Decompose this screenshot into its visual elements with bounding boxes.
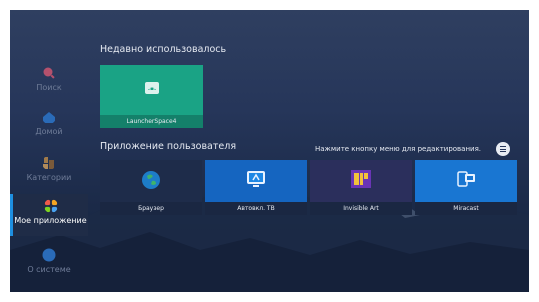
app-tile-miracast[interactable]: Miracast	[415, 160, 517, 215]
sidebar-item-about[interactable]: О системе	[10, 248, 88, 274]
app-tile-label: Автовкл. ТВ	[205, 202, 307, 215]
miracast-icon	[457, 171, 475, 187]
globe-icon	[142, 171, 160, 189]
categories-icon	[43, 157, 54, 169]
app-tile-launcherspace4[interactable]: LauncherSpace4	[100, 65, 203, 128]
tv-autostart-icon	[247, 171, 265, 187]
my-apps-icon	[44, 199, 57, 213]
home-icon	[43, 112, 55, 123]
app-tile-invisible-art[interactable]: Invisible Art	[310, 160, 412, 215]
sidebar-item-label: Мое приложение	[14, 216, 87, 225]
sidebar-item-my-apps[interactable]: Мое приложение	[10, 194, 88, 236]
edit-hint-text: Нажмите кнопку меню для редактирования.	[315, 145, 482, 153]
sidebar-item-label: Домой	[35, 127, 63, 136]
app-tile-label: LauncherSpace4	[100, 115, 203, 128]
tv-launcher-screen: Поиск Домой Категории Мое приложение О с…	[10, 10, 529, 292]
menu-icon[interactable]	[496, 142, 510, 156]
android-icon	[144, 82, 159, 94]
sidebar-item-label: О системе	[27, 265, 71, 274]
app-tile-label: Invisible Art	[310, 202, 412, 215]
invisible-art-icon	[351, 170, 371, 188]
app-tile-tv-autostart[interactable]: Автовкл. ТВ	[205, 160, 307, 215]
search-icon	[43, 67, 55, 79]
app-tile-label: Miracast	[415, 202, 517, 215]
info-icon	[42, 248, 56, 262]
app-tile-label: Браузер	[100, 202, 202, 215]
user-apps-section-title: Приложение пользователя	[100, 141, 237, 152]
sidebar-item-home[interactable]: Домой	[10, 110, 88, 136]
recent-section-title: Недавно использовалось	[100, 44, 227, 55]
app-tile-browser[interactable]: Браузер	[100, 160, 202, 215]
sidebar-item-label: Категории	[26, 173, 72, 182]
sidebar-item-categories[interactable]: Категории	[10, 156, 88, 182]
sidebar-item-label: Поиск	[36, 83, 62, 92]
sidebar-item-search[interactable]: Поиск	[10, 66, 88, 92]
